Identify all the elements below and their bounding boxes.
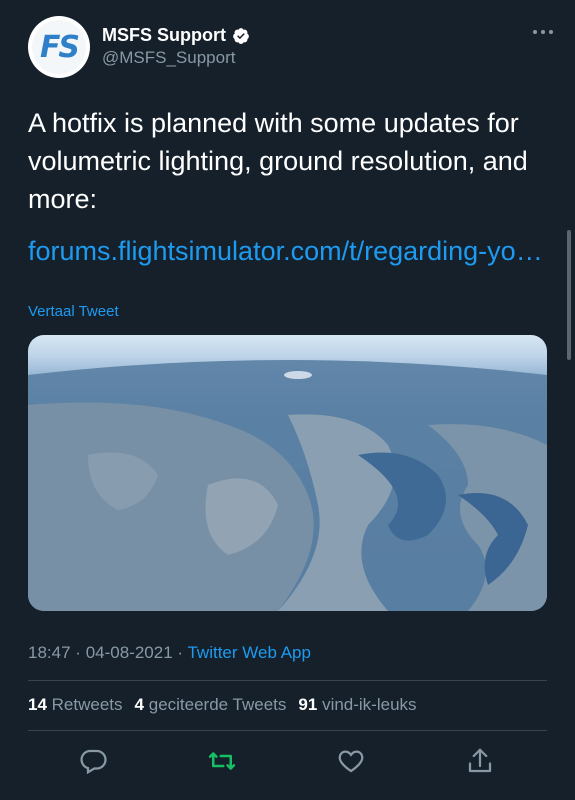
tweet-time: 18:47 <box>28 643 71 662</box>
likes-label: vind-ik-leuks <box>322 695 417 714</box>
quotes-label: geciteerde Tweets <box>148 695 287 714</box>
avatar-logo: FS <box>32 20 86 74</box>
scrollbar[interactable] <box>567 230 571 360</box>
author-handle[interactable]: @MSFS_Support <box>102 48 235 68</box>
reply-icon[interactable] <box>78 746 108 776</box>
tweet-media-image[interactable] <box>28 335 547 611</box>
tweet-text: A hotfix is planned with some updates fo… <box>28 108 528 214</box>
tweet-meta: 18:47 · 04-08-2021 · Twitter Web App <box>28 643 311 663</box>
meta-separator: · <box>177 643 184 662</box>
tweet-stats: 14 Retweets 4 geciteerde Tweets 91 vind-… <box>28 695 417 715</box>
meta-separator: · <box>75 643 81 662</box>
share-icon[interactable] <box>465 746 495 776</box>
more-dot <box>533 30 537 34</box>
verified-badge-icon <box>233 27 249 44</box>
more-dot <box>541 30 545 34</box>
retweets-count: 14 <box>28 695 47 714</box>
retweets-label: Retweets <box>51 695 123 714</box>
divider <box>28 730 547 731</box>
tweet-source-app[interactable]: Twitter Web App <box>187 643 310 662</box>
divider <box>28 680 547 681</box>
tweet-header: FS MSFS Support @MSFS_Support <box>28 16 553 80</box>
quotes-stat[interactable]: 4 geciteerde Tweets <box>135 695 287 715</box>
translate-tweet-link[interactable]: Vertaal Tweet <box>28 303 119 320</box>
likes-count: 91 <box>298 695 318 714</box>
more-dot <box>549 30 553 34</box>
aerial-earth-photo <box>28 335 547 611</box>
author-name-row[interactable]: MSFS Support <box>102 25 250 46</box>
likes-stat[interactable]: 91 vind-ik-leuks <box>298 695 416 715</box>
tweet-link[interactable]: forums.flightsimulator.com/t/regarding-y… <box>28 233 548 269</box>
more-options-icon[interactable] <box>527 26 553 38</box>
avatar[interactable]: FS <box>28 16 90 78</box>
tweet-actions <box>28 740 547 784</box>
tweet-date: 04-08-2021 <box>85 643 173 662</box>
retweet-icon[interactable] <box>207 746 237 776</box>
heart-icon[interactable] <box>336 746 366 776</box>
quotes-count: 4 <box>134 695 144 714</box>
author-name[interactable]: MSFS Support <box>102 25 226 46</box>
retweets-stat[interactable]: 14 Retweets <box>28 695 123 715</box>
